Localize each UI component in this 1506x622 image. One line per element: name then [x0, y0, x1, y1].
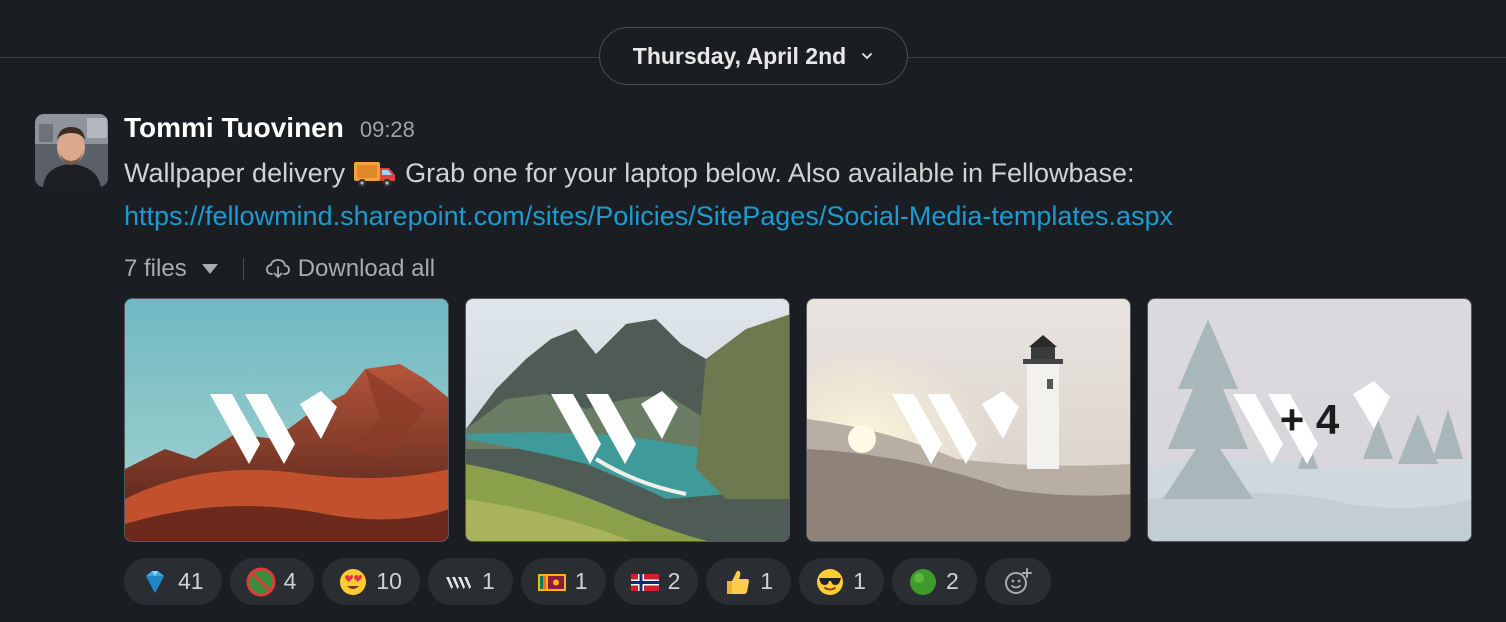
- reaction-count: 10: [376, 568, 402, 594]
- reaction-count: 41: [178, 568, 204, 594]
- author-name[interactable]: Tommi Tuovinen: [124, 112, 344, 144]
- reaction-count: 1: [853, 568, 866, 594]
- caret-down-icon: [201, 264, 218, 274]
- sunglasses-icon: [817, 568, 844, 595]
- files-toolbar: 7 files Download all: [124, 255, 435, 283]
- reaction-no-entry[interactable]: 4: [229, 558, 315, 605]
- date-label: Thursday, April 2nd: [632, 42, 847, 69]
- reaction-sri-lanka-flag[interactable]: 1: [520, 558, 606, 605]
- thumbs-up-icon: [727, 570, 750, 594]
- message-link[interactable]: https://fellowmind.sharepoint.com/sites/…: [124, 201, 1173, 232]
- reaction-count: 1: [760, 568, 774, 594]
- cloud-download-icon: [265, 259, 290, 278]
- reaction-count: 1: [481, 568, 495, 594]
- reaction-green-ball[interactable]: 2: [891, 558, 977, 605]
- reaction-count: 1: [574, 568, 588, 594]
- reaction-fellowmind-logo[interactable]: 1: [427, 558, 513, 605]
- add-reaction-button[interactable]: [984, 558, 1051, 605]
- message-timestamp[interactable]: 09:28: [360, 117, 415, 143]
- reaction-count: 2: [945, 568, 959, 594]
- avatar[interactable]: [35, 114, 108, 187]
- reactions-bar: 41 4 10 1 1 2 1 1 2: [124, 558, 1051, 605]
- wallpaper-thumbnail-lighthouse[interactable]: [806, 298, 1131, 542]
- files-count-label: 7 files: [124, 255, 187, 282]
- message-text-before: Wallpaper delivery: [124, 158, 346, 188]
- download-all-button[interactable]: Download all: [265, 255, 436, 283]
- heart-eyes-icon: [340, 568, 367, 595]
- gem-icon: [146, 570, 164, 593]
- more-files-label: + 4: [1279, 396, 1340, 443]
- message-text-after: Grab one for your laptop below. Also ava…: [405, 158, 1135, 188]
- files-toggle[interactable]: 7 files: [124, 255, 219, 283]
- wallpaper-thumbnail-fjord[interactable]: [465, 298, 790, 542]
- green-ball-icon: [909, 568, 936, 595]
- download-all-label: Download all: [297, 255, 436, 282]
- message-header: Tommi Tuovinen 09:28: [124, 112, 415, 144]
- sri-lanka-flag-icon: [537, 573, 566, 591]
- date-divider-button[interactable]: Thursday, April 2nd: [599, 27, 908, 85]
- reaction-heart-eyes[interactable]: 10: [322, 558, 420, 605]
- reaction-count: 4: [283, 568, 297, 594]
- fellowmind-logo-icon: [445, 576, 471, 589]
- message-view: Thursday, April 2nd Tommi Tuovinen 09:28…: [0, 0, 1506, 622]
- reaction-norway-flag[interactable]: 2: [613, 558, 699, 605]
- no-entry-icon: [246, 567, 276, 596]
- delivery-truck-icon: [354, 161, 396, 187]
- wallpaper-thumbnail-mountains[interactable]: [124, 298, 449, 542]
- reaction-count: 2: [667, 568, 681, 594]
- norway-flag-icon: [630, 573, 659, 591]
- files-separator: [242, 258, 244, 280]
- reaction-sunglasses[interactable]: 1: [799, 558, 884, 605]
- reaction-thumbs-up[interactable]: 1: [706, 558, 792, 605]
- chevron-down-icon: [862, 53, 873, 60]
- reaction-gem[interactable]: 41: [124, 558, 222, 605]
- wallpaper-thumbnail-more[interactable]: + 4: [1147, 298, 1472, 542]
- add-reaction-icon: [1004, 567, 1032, 594]
- message-text: Wallpaper delivery Grab one for your lap…: [124, 158, 1135, 189]
